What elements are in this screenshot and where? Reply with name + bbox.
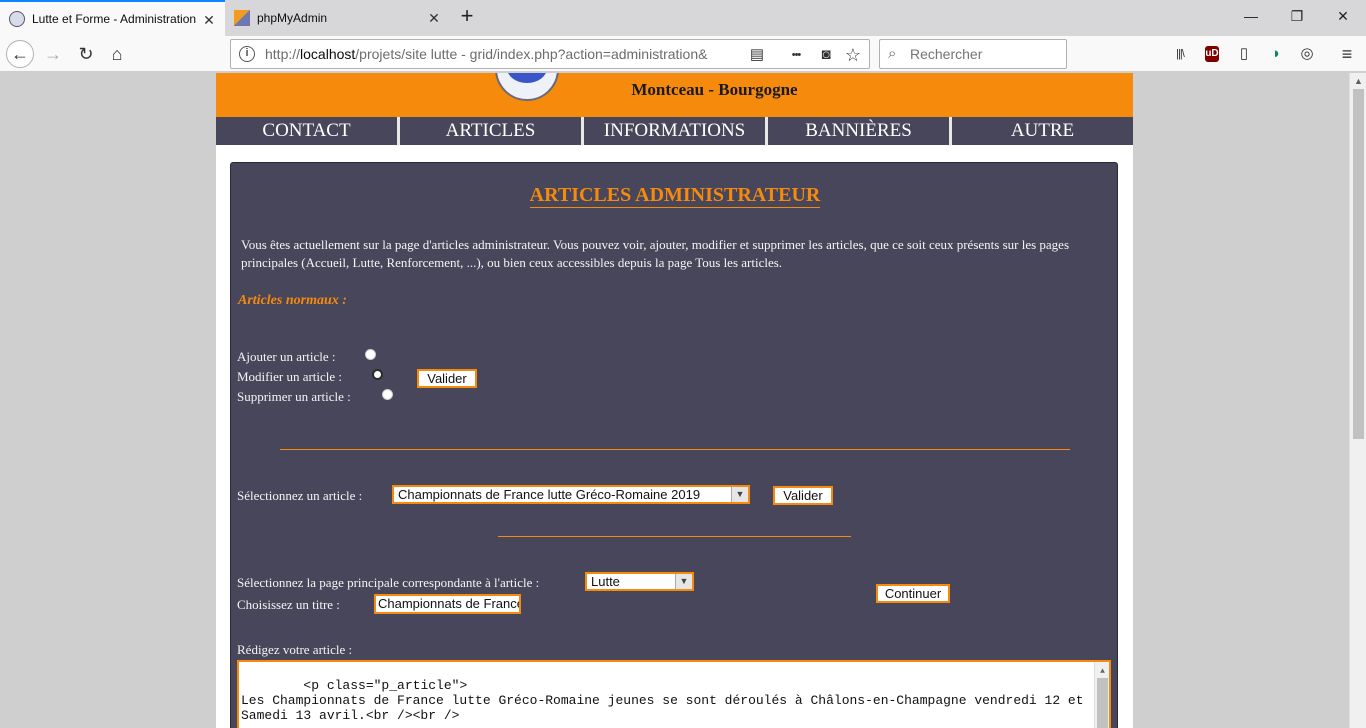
tab-phpmyadmin[interactable]: phpMyAdmin ✕: [225, 0, 450, 36]
forward-icon[interactable]: →: [39, 40, 67, 68]
menu-item-informations[interactable]: INFORMATIONS: [581, 117, 765, 145]
url-path: /projets/site lutte - grid/index.php?act…: [355, 46, 708, 62]
reader-view-icon[interactable]: ▤: [747, 45, 767, 65]
url-prefix: http://: [265, 46, 301, 62]
scroll-thumb[interactable]: [1353, 89, 1364, 439]
menu-item-bannieres[interactable]: BANNIÈRES: [765, 117, 949, 145]
continue-button[interactable]: Continuer: [876, 584, 950, 603]
tab-close-icon[interactable]: ✕: [201, 12, 217, 28]
admin-panel: ARTICLES ADMINISTRATEUR Vous êtes actuel…: [230, 162, 1118, 728]
reload-icon[interactable]: ↻: [72, 40, 100, 68]
navigation-toolbar: ← → ↻ ⌂ i http://localhost/projets/site …: [0, 36, 1366, 72]
select-article-label: Sélectionnez un article :: [237, 488, 363, 503]
main-menu: CONTACT ARTICLES INFORMATIONS BANNIÈRES …: [216, 117, 1133, 145]
chevron-down-icon: ▼: [731, 487, 748, 502]
site-favicon-icon: [9, 11, 25, 27]
chevron-down-icon: ▼: [675, 574, 692, 589]
validate-action-button[interactable]: Valider: [417, 369, 477, 388]
separator: [498, 536, 851, 537]
sync-icon[interactable]: ◑: [1265, 44, 1285, 64]
new-tab-button[interactable]: +: [455, 4, 479, 30]
library-icon[interactable]: |||\: [1170, 44, 1190, 64]
pocket-icon[interactable]: ◙: [816, 45, 836, 65]
radio-label-add: Ajouter un article :: [237, 349, 336, 364]
write-article-label: Rédigez votre article :: [237, 642, 353, 657]
site-info-icon[interactable]: i: [239, 46, 255, 62]
select-page-label: Sélectionnez la page principale correspo…: [237, 575, 540, 590]
radio-label-modify: Modifier un article :: [237, 369, 343, 384]
menu-item-contact[interactable]: CONTACT: [216, 117, 397, 145]
ublock-icon[interactable]: uD: [1205, 46, 1219, 62]
search-icon: ⌕: [888, 45, 897, 62]
article-body: <p class="p_article"> Les Championnats d…: [241, 678, 1084, 723]
textarea-scrollbar[interactable]: [1094, 662, 1109, 728]
addon-icon[interactable]: ◎: [1297, 44, 1317, 64]
radio-label-delete: Supprimer un article :: [237, 389, 351, 404]
site-subtitle: Montceau - Bourgogne: [631, 80, 798, 99]
restore-icon[interactable]: ❐: [1274, 0, 1320, 32]
url-host: localhost: [300, 46, 356, 62]
app-menu-icon[interactable]: ≡: [1337, 44, 1357, 64]
page-select[interactable]: Lutte ▼: [585, 572, 694, 591]
site-header: Montceau - Bourgogne: [216, 73, 1133, 117]
site-container: Montceau - Bourgogne CONTACT ARTICLES IN…: [216, 73, 1133, 728]
search-bar[interactable]: ⌕: [879, 39, 1067, 69]
search-input[interactable]: [910, 44, 1060, 64]
sidebar-icon[interactable]: ▯: [1234, 44, 1254, 64]
separator: [280, 449, 1070, 450]
title-input[interactable]: Championnats de France: [374, 594, 521, 614]
validate-article-button[interactable]: Valider: [773, 486, 833, 505]
textarea-scroll-thumb[interactable]: [1097, 678, 1108, 728]
page-actions-icon[interactable]: •••: [786, 45, 806, 65]
radio-modify-article[interactable]: [372, 369, 383, 380]
tab-title: phpMyAdmin: [257, 11, 328, 25]
tab-title: Lutte et Forme - Administration: [32, 12, 197, 26]
back-icon[interactable]: ←: [6, 40, 34, 68]
page-title: ARTICLES ADMINISTRATEUR: [231, 184, 1119, 208]
tab-lutte-et-forme[interactable]: Lutte et Forme - Administration ✕: [0, 0, 225, 36]
radio-delete-article[interactable]: [382, 389, 393, 400]
scroll-up-icon[interactable]: ▲: [1350, 73, 1366, 89]
radio-add-article[interactable]: [365, 349, 376, 360]
tab-close-icon[interactable]: ✕: [426, 10, 442, 26]
phpmyadmin-favicon-icon: [234, 10, 250, 26]
page-select-value: Lutte: [591, 574, 620, 589]
page-viewport: Montceau - Bourgogne CONTACT ARTICLES IN…: [0, 73, 1349, 728]
url-text[interactable]: http://localhost/projets/site lutte - gr…: [265, 46, 715, 62]
menu-item-articles[interactable]: ARTICLES: [397, 117, 581, 145]
intro-text: Vous êtes actuellement sur la page d'art…: [241, 237, 1070, 270]
title-label: Choisissez un titre :: [237, 597, 340, 612]
close-window-icon[interactable]: ✕: [1320, 0, 1366, 32]
home-icon[interactable]: ⌂: [103, 40, 131, 68]
article-select[interactable]: Championnats de France lutte Gréco-Romai…: [392, 485, 750, 504]
section-title: Articles normaux :: [238, 293, 347, 308]
minimize-icon[interactable]: —: [1228, 0, 1274, 32]
tab-strip: Lutte et Forme - Administration ✕ phpMyA…: [0, 0, 1366, 36]
menu-item-autre[interactable]: AUTRE: [949, 117, 1133, 145]
article-select-value: Championnats de France lutte Gréco-Romai…: [398, 487, 701, 502]
url-bar[interactable]: i http://localhost/projets/site lutte - …: [230, 39, 870, 69]
page-title-text: ARTICLES ADMINISTRATEUR: [529, 184, 821, 208]
bookmark-star-icon[interactable]: ☆: [843, 45, 863, 65]
page-scrollbar[interactable]: ▲: [1349, 73, 1366, 728]
article-textarea[interactable]: <p class="p_article"> Les Championnats d…: [237, 660, 1111, 728]
